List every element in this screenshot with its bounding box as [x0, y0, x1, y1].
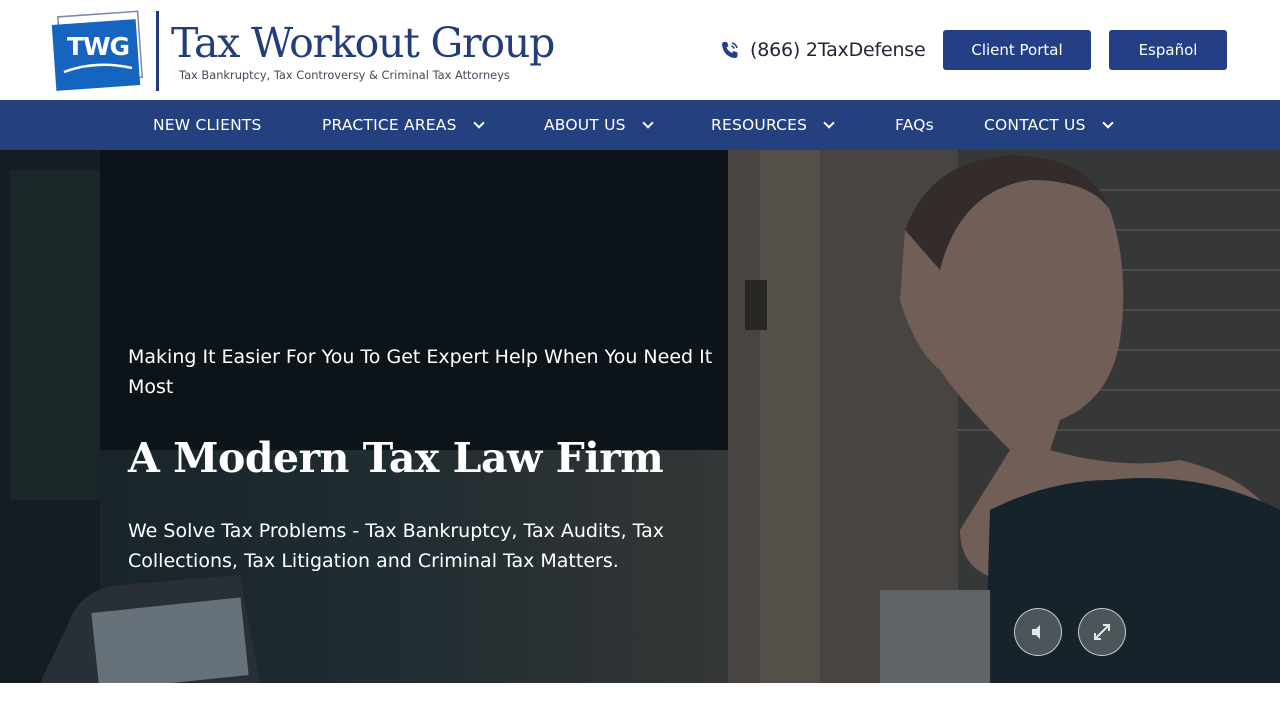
nav-item-label: CONTACT US [984, 116, 1086, 134]
logo-tagline: Tax Bankruptcy, Tax Controversy & Crimin… [179, 68, 510, 82]
phone-number: (866) 2TaxDefense [750, 39, 926, 61]
nav-item-practice-areas[interactable]: PRACTICE AREAS [322, 100, 485, 150]
nav-item-new-clients[interactable]: NEW CLIENTS [153, 100, 262, 150]
chevron-down-icon [1101, 116, 1114, 129]
main-nav: NEW CLIENTS PRACTICE AREAS ABOUT US RESO… [0, 100, 1280, 150]
content-start-strip [0, 683, 1280, 720]
hero-subtitle: Making It Easier For You To Get Expert H… [128, 346, 713, 398]
mute-button[interactable] [1014, 608, 1062, 656]
chevron-down-icon [472, 116, 485, 129]
hero-video-section: Making It Easier For You To Get Expert H… [0, 150, 1280, 683]
logo-title: Tax Workout Group [171, 19, 555, 67]
nav-item-label: NEW CLIENTS [153, 116, 262, 134]
nav-item-faqs[interactable]: FAQs [895, 100, 934, 150]
nav-item-label: ABOUT US [544, 116, 626, 134]
client-portal-button[interactable]: Client Portal [943, 30, 1091, 70]
nav-item-contact-us[interactable]: CONTACT US [984, 100, 1114, 150]
site-logo[interactable]: TWG Tax Workout Group Tax Bankruptcy, Ta… [50, 8, 590, 94]
chevron-down-icon [642, 116, 654, 129]
espanol-button[interactable]: Español [1109, 30, 1227, 70]
nav-item-label: FAQs [895, 116, 934, 134]
speaker-muted-icon [1032, 625, 1040, 639]
twg-logo-mark: TWG [50, 10, 146, 92]
hero-description: We Solve Tax Problems - Tax Bankruptcy, … [128, 520, 665, 572]
nav-item-label: PRACTICE AREAS [322, 116, 457, 134]
expand-icon [1094, 624, 1110, 640]
site-header: TWG Tax Workout Group Tax Bankruptcy, Ta… [0, 0, 1280, 100]
nav-item-resources[interactable]: RESOURCES [711, 100, 835, 150]
logo-wordmark: Tax Workout Group Tax Bankruptcy, Tax Co… [171, 19, 555, 82]
logo-mark-text: TWG [66, 32, 130, 61]
hero-title: A Modern Tax Law Firm [128, 434, 664, 482]
chevron-down-icon [823, 116, 835, 129]
hero-overlay [0, 150, 1280, 683]
nav-item-label: RESOURCES [711, 116, 808, 134]
logo-divider [156, 11, 159, 91]
fullscreen-button[interactable] [1078, 608, 1126, 656]
nav-item-about-us[interactable]: ABOUT US [544, 100, 654, 150]
phone-icon [720, 40, 740, 60]
phone-link[interactable]: (866) 2TaxDefense [720, 37, 926, 63]
